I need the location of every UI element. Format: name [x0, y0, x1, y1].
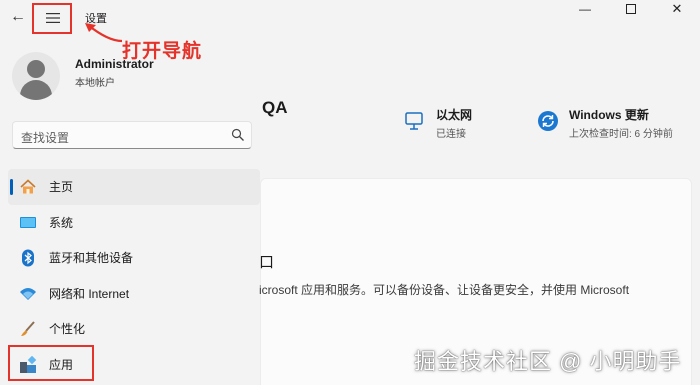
search-placeholder: 查找设置: [21, 131, 70, 145]
main-content: QA 以太网 已连接 Windows 更新 上次检查时间: 6 分钟前 口 ic…: [259, 34, 700, 385]
sidebar-item-network[interactable]: 网络和 Internet: [8, 276, 260, 312]
close-button[interactable]: ✕: [654, 0, 700, 18]
maximize-icon: [626, 4, 636, 14]
annotation-apps-highlight: [8, 345, 94, 381]
sidebar-item-home[interactable]: 主页: [8, 169, 260, 205]
windows-update-status[interactable]: Windows 更新 上次检查时间: 6 分钟前: [537, 106, 697, 146]
hamburger-icon: [46, 13, 60, 23]
update-title: Windows 更新: [569, 108, 649, 122]
sidebar-item-personalization[interactable]: 个性化: [8, 311, 260, 347]
network-status-text: 已连接: [436, 129, 466, 140]
brush-icon: [21, 321, 35, 336]
system-icon: [20, 216, 36, 228]
avatar: [12, 52, 60, 100]
card-description: icrosoft 应用和服务。可以备份设备、让设备更安全，并使用 Microso…: [259, 283, 630, 297]
maximize-button[interactable]: [608, 0, 654, 18]
sidebar-item-label: 蓝牙和其他设备: [49, 251, 134, 266]
close-icon: ✕: [671, 1, 683, 16]
network-title: 以太网: [436, 108, 473, 122]
sidebar-item-system[interactable]: 系统: [8, 205, 260, 241]
pc-name: QA: [262, 98, 288, 117]
search-icon[interactable]: [231, 128, 245, 142]
profile-name: Administrator: [75, 57, 154, 71]
profile-account-type: 本地帐户: [75, 78, 115, 89]
update-status-text: 上次检查时间: 6 分钟前: [569, 129, 673, 140]
watermark: 掘金技术社区 @ 小明助手: [414, 349, 682, 374]
back-button[interactable]: ←: [8, 7, 28, 27]
arrow-left-icon: ←: [10, 8, 26, 25]
user-profile[interactable]: Administrator 本地帐户: [12, 52, 252, 102]
sidebar-item-label: 系统: [49, 215, 74, 230]
home-icon: [20, 179, 36, 194]
minimize-icon: —: [579, 2, 591, 16]
search-input[interactable]: 查找设置: [12, 121, 252, 149]
sidebar-item-label: 主页: [49, 180, 74, 195]
bluetooth-icon: [22, 249, 34, 267]
card-heading: 口: [259, 254, 275, 271]
sidebar-item-label: 个性化: [49, 322, 86, 337]
sidebar: Administrator 本地帐户 查找设置 主页 系统 蓝牙和其他设备 网络…: [0, 34, 262, 385]
active-indicator: [10, 179, 13, 195]
network-status[interactable]: 以太网 已连接: [404, 106, 524, 146]
open-navigation-button[interactable]: [40, 8, 66, 28]
sync-icon: [538, 111, 558, 131]
sidebar-item-bluetooth[interactable]: 蓝牙和其他设备: [8, 240, 260, 276]
ethernet-icon: [405, 112, 423, 130]
sidebar-item-label: 网络和 Internet: [49, 286, 130, 301]
wifi-icon: [20, 287, 36, 300]
minimize-button[interactable]: —: [562, 0, 608, 18]
